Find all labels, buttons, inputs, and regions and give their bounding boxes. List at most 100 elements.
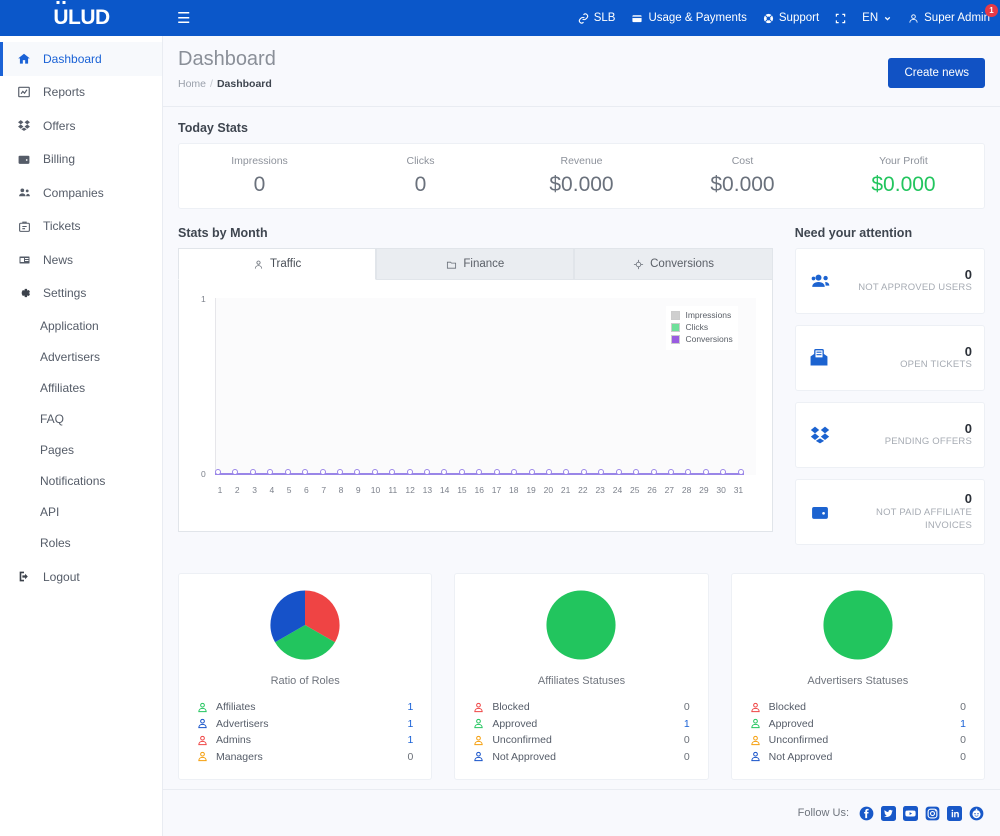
create-news-button[interactable]: Create news [888,58,985,88]
pie-row-advertisers-blocked[interactable]: Blocked 0 [750,699,966,716]
series-marker[interactable] [354,469,360,475]
series-marker[interactable] [407,469,413,475]
pie-chart-affiliates-statuses [473,589,689,661]
instagram-icon[interactable] [925,806,940,821]
sidebar-subitem-api[interactable]: API [0,496,162,527]
series-marker[interactable] [581,469,587,475]
series-marker[interactable] [720,469,726,475]
series-marker[interactable] [685,469,691,475]
language-selector[interactable]: EN [862,12,892,24]
x-axis-tick: 14 [440,485,450,495]
sidebar-item-billing[interactable]: Billing [0,143,162,177]
series-marker[interactable] [285,469,291,475]
top-nav-slb-label: SLB [594,12,616,24]
series-marker[interactable] [424,469,430,475]
series-marker[interactable] [302,469,308,475]
series-marker[interactable] [337,469,343,475]
sidebar-item-logout[interactable]: Logout [0,560,162,594]
pie-row-affiliates-approved[interactable]: Approved 1 [473,716,689,733]
series-marker[interactable] [215,469,221,475]
series-marker[interactable] [633,469,639,475]
top-nav-support[interactable]: Support [763,12,819,24]
pie-value-affiliates-approved[interactable]: 1 [684,718,690,730]
sidebar-subitem-pages[interactable]: Pages [0,434,162,465]
sidebar-item-tickets[interactable]: Tickets [0,210,162,244]
fullscreen-button[interactable] [835,13,846,24]
series-marker[interactable] [668,469,674,475]
sidebar-item-reports[interactable]: Reports [0,76,162,110]
pie-row-affiliates[interactable]: Affiliates 1 [197,699,413,716]
pie-row-advertisers-approved[interactable]: Approved 1 [750,716,966,733]
facebook-icon[interactable] [859,806,874,821]
legend-item-conversions[interactable]: Conversions [671,334,732,344]
attention-card-pending-offers[interactable]: 0 PENDING OFFERS [795,402,985,468]
series-marker[interactable] [389,469,395,475]
user-menu[interactable]: Super Admin 1 [908,12,990,24]
series-marker[interactable] [703,469,709,475]
sidebar-subitem-application[interactable]: Application [0,310,162,341]
sidebar-item-news[interactable]: News [0,243,162,277]
series-marker[interactable] [320,469,326,475]
series-marker[interactable] [563,469,569,475]
x-axis-tick: 31 [733,485,743,495]
sidebar-item-companies[interactable]: Companies [0,176,162,210]
series-marker[interactable] [232,469,238,475]
notification-badge[interactable]: 1 [985,4,998,17]
top-nav-slb[interactable]: SLB [578,12,616,24]
series-marker[interactable] [267,469,273,475]
breadcrumb: Home/Dashboard [178,78,985,90]
legend-item-clicks[interactable]: Clicks [671,322,732,332]
attention-card-open-tickets[interactable]: 0 OPEN TICKETS [795,325,985,391]
pie-card-advertisers-statuses: Advertisers Statuses Blocked 0 Approved … [731,573,985,780]
pie-row-admins[interactable]: Admins 1 [197,732,413,749]
credit-card-icon [631,13,643,24]
series-marker[interactable] [651,469,657,475]
pie-value-advertisers[interactable]: 1 [407,718,413,730]
sidebar-subitem-affiliates[interactable]: Affiliates [0,372,162,403]
twitter-icon[interactable] [881,806,896,821]
hamburger-icon[interactable]: ☰ [171,5,196,31]
tab-conversions[interactable]: Conversions [574,248,772,280]
series-marker[interactable] [546,469,552,475]
pie-value-admins[interactable]: 1 [407,734,413,746]
series-marker[interactable] [372,469,378,475]
sidebar-subitem-advertisers[interactable]: Advertisers [0,341,162,372]
series-marker[interactable] [476,469,482,475]
series-marker[interactable] [738,469,744,475]
sidebar-subitem-pages-label: Pages [40,443,74,457]
sidebar-subitem-notifications[interactable]: Notifications [0,465,162,496]
linkedin-icon[interactable] [947,806,962,821]
pie-row-advertisers-not-approved[interactable]: Not Approved 0 [750,749,966,766]
pie-row-advertisers[interactable]: Advertisers 1 [197,716,413,733]
attention-card-not-approved-users[interactable]: 0 NOT APPROVED USERS [795,248,985,314]
breadcrumb-home[interactable]: Home [178,78,206,90]
pie-row-affiliates-blocked[interactable]: Blocked 0 [473,699,689,716]
top-nav-usage-payments[interactable]: Usage & Payments [631,12,746,24]
sidebar-item-dashboard[interactable]: Dashboard [0,42,162,76]
reddit-icon[interactable] [969,806,984,821]
series-marker[interactable] [511,469,517,475]
sidebar-subitem-faq[interactable]: FAQ [0,403,162,434]
tab-traffic[interactable]: Traffic [178,248,376,280]
series-marker[interactable] [494,469,500,475]
brand-logo[interactable]: U LUD [0,6,163,30]
pie-row-advertisers-unconfirmed[interactable]: Unconfirmed 0 [750,732,966,749]
legend-item-impressions[interactable]: Impressions [671,310,732,320]
sidebar-item-settings[interactable]: Settings [0,277,162,311]
attention-card-not-paid-invoices[interactable]: 0 NOT PAID AFFILIATE INVOICES [795,479,985,545]
pie-row-managers[interactable]: Managers 0 [197,749,413,766]
series-marker[interactable] [529,469,535,475]
series-marker[interactable] [616,469,622,475]
series-marker[interactable] [459,469,465,475]
pie-row-affiliates-not-approved[interactable]: Not Approved 0 [473,749,689,766]
pie-value-advertisers-approved[interactable]: 1 [960,718,966,730]
pie-row-affiliates-unconfirmed[interactable]: Unconfirmed 0 [473,732,689,749]
tab-finance[interactable]: Finance [376,248,574,280]
sidebar-item-offers[interactable]: Offers [0,109,162,143]
youtube-icon[interactable] [903,806,918,821]
series-marker[interactable] [441,469,447,475]
series-marker[interactable] [598,469,604,475]
series-marker[interactable] [250,469,256,475]
sidebar-subitem-roles[interactable]: Roles [0,527,162,558]
pie-value-affiliates[interactable]: 1 [407,701,413,713]
